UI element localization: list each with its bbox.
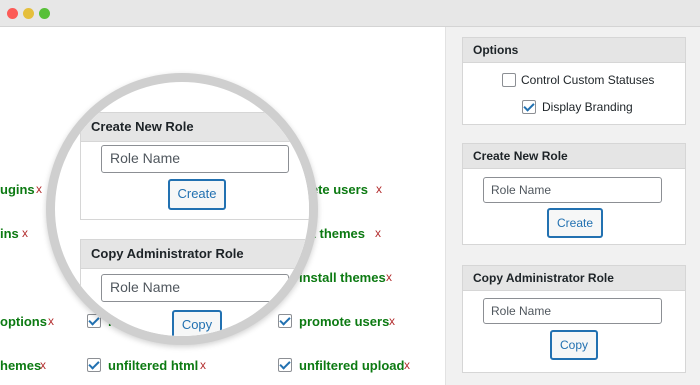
capability-label: ugins <box>0 182 35 197</box>
remove-capability-icon[interactable]: x <box>22 226 28 240</box>
remove-capability-icon[interactable]: x <box>375 226 381 240</box>
remove-capability-icon[interactable]: x <box>404 358 410 372</box>
create-button[interactable]: Create <box>547 208 603 238</box>
capability-label: promote users <box>299 314 390 329</box>
magnifier-lens: Create New Role Role Name Create Copy Ad… <box>46 73 318 345</box>
mag-copy-button[interactable]: Copy <box>172 310 222 336</box>
display-branding-label: Display Branding <box>542 100 633 114</box>
remove-capability-icon[interactable]: x <box>200 358 206 372</box>
capability-label: hemes <box>0 358 42 373</box>
mag-create-role-panel: Create New Role Role Name Create <box>80 112 309 220</box>
mag-copy-role-panel: Copy Administrator Role Role Name Copy <box>80 239 309 336</box>
control-custom-statuses-checkbox[interactable] <box>502 73 516 87</box>
remove-capability-icon[interactable]: x <box>376 182 382 196</box>
copy-role-title: Copy Administrator Role <box>463 266 685 291</box>
capability-label: ins <box>0 226 19 241</box>
create-role-title: Create New Role <box>463 144 685 169</box>
capability-label: unfiltered html <box>108 358 199 373</box>
minimize-window-icon[interactable] <box>23 8 34 19</box>
sidebar: Options Control Custom Statuses Display … <box>446 27 700 385</box>
remove-capability-icon[interactable]: x <box>389 314 395 328</box>
copy-role-name-input[interactable] <box>483 298 662 324</box>
copy-role-panel: Copy Administrator Role Copy <box>462 265 686 373</box>
mag-copy-role-name-input[interactable]: Role Name <box>101 274 289 302</box>
mag-create-role-title: Create New Role <box>81 113 309 142</box>
role-name-input[interactable] <box>483 177 662 203</box>
capability-checkbox[interactable] <box>87 358 101 372</box>
mag-create-button[interactable]: Create <box>168 179 226 210</box>
display-branding-checkbox[interactable] <box>522 100 536 114</box>
capability-label: options <box>0 314 47 329</box>
options-panel: Options Control Custom Statuses Display … <box>462 37 686 125</box>
maximize-window-icon[interactable] <box>39 8 50 19</box>
capability-checkbox[interactable] <box>278 358 292 372</box>
capability-label: install themes <box>299 270 386 285</box>
remove-capability-icon[interactable]: x <box>40 358 46 372</box>
options-title: Options <box>463 38 685 63</box>
close-window-icon[interactable] <box>7 8 18 19</box>
control-custom-statuses-label: Control Custom Statuses <box>521 73 655 87</box>
window-titlebar <box>0 0 700 27</box>
capability-label: unfiltered upload <box>299 358 405 373</box>
mag-copy-role-title: Copy Administrator Role <box>81 240 309 269</box>
create-role-panel: Create New Role Create <box>462 143 686 245</box>
copy-button[interactable]: Copy <box>550 330 598 360</box>
remove-capability-icon[interactable]: x <box>386 270 392 284</box>
mag-role-name-input[interactable]: Role Name <box>101 145 289 173</box>
remove-capability-icon[interactable]: x <box>48 314 54 328</box>
remove-capability-icon[interactable]: x <box>36 182 42 196</box>
